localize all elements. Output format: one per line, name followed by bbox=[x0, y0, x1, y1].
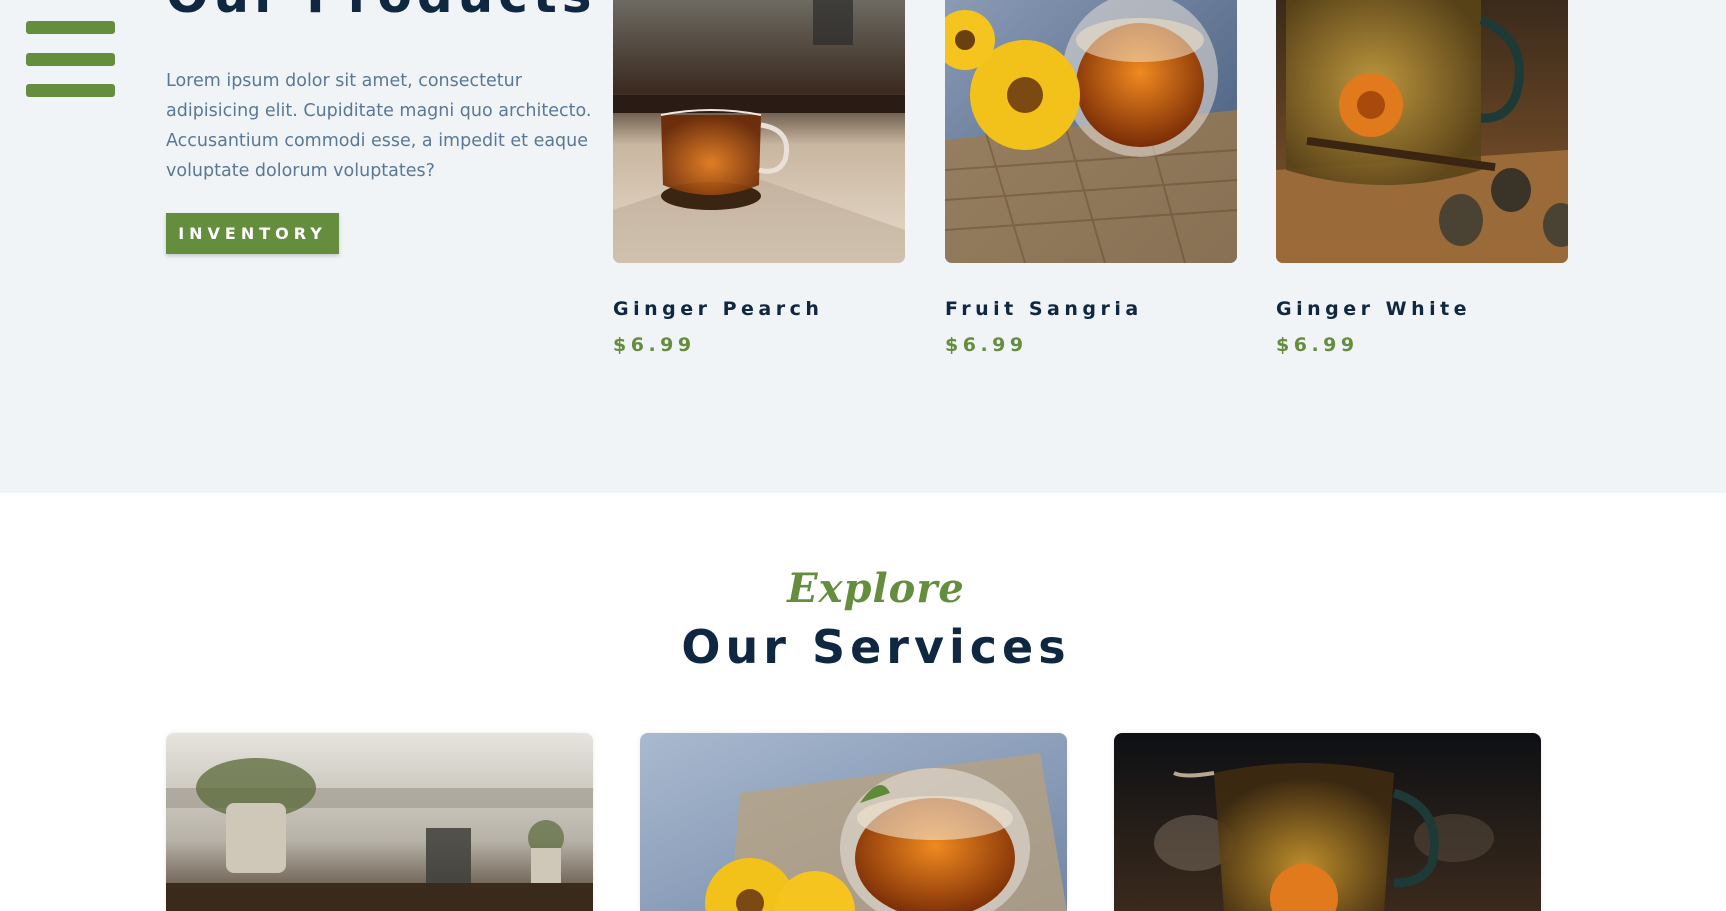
product-card[interactable]: Ginger White $6.99 bbox=[1276, 0, 1568, 370]
product-card[interactable]: Ginger Pearch $6.99 bbox=[613, 0, 905, 370]
product-image-glass-teapot[interactable] bbox=[1276, 0, 1568, 263]
service-image-glass-teapot bbox=[1114, 733, 1541, 911]
hamburger-menu-icon[interactable] bbox=[26, 21, 116, 99]
product-name: Ginger White bbox=[1276, 298, 1472, 320]
service-card[interactable] bbox=[166, 733, 593, 911]
product-price: $6.99 bbox=[1276, 334, 1359, 356]
products-section: Our Products Lorem ipsum dolor sit amet,… bbox=[0, 0, 1726, 493]
product-card[interactable]: Fruit Sangria $6.99 bbox=[945, 0, 1237, 370]
service-image-windowsill bbox=[166, 733, 593, 911]
product-image-tea-flowers[interactable] bbox=[945, 0, 1237, 263]
product-price: $6.99 bbox=[613, 334, 696, 356]
product-image-tea-glass[interactable] bbox=[613, 0, 905, 263]
services-script-label: Explore bbox=[787, 565, 965, 612]
product-price: $6.99 bbox=[945, 334, 1028, 356]
services-title: Our Services bbox=[681, 620, 1071, 674]
inventory-button[interactable]: INVENTORY bbox=[166, 213, 339, 254]
products-description: Lorem ipsum dolor sit amet, consectetur … bbox=[166, 71, 592, 181]
products-title: Our Products bbox=[166, 0, 597, 24]
service-card[interactable] bbox=[640, 733, 1067, 911]
product-name: Ginger Pearch bbox=[613, 298, 824, 320]
service-image-tea-flowers bbox=[640, 733, 1067, 911]
product-name: Fruit Sangria bbox=[945, 298, 1143, 320]
service-card[interactable] bbox=[1114, 733, 1541, 911]
